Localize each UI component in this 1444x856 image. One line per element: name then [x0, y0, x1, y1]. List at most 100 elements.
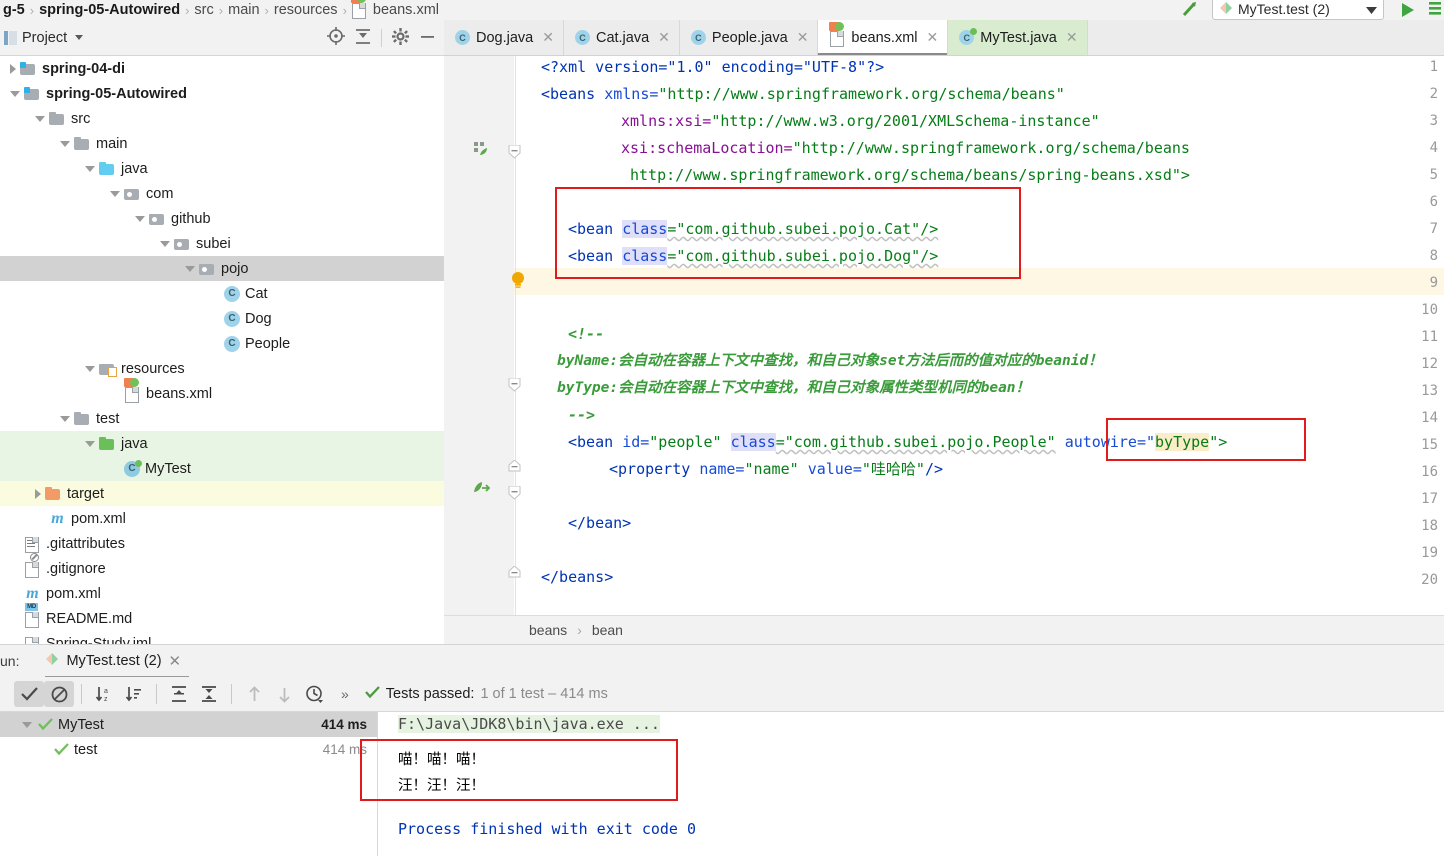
editor-tab-people-java[interactable]: C People.java ✕: [679, 20, 819, 55]
expand-all-icon[interactable]: [164, 681, 194, 707]
close-icon[interactable]: ✕: [797, 29, 809, 46]
tree-item-spring-04-di[interactable]: spring-04-di: [0, 56, 444, 81]
editor-tab-cat-java[interactable]: C Cat.java ✕: [563, 20, 680, 55]
editor-tab-beans-xml[interactable]: beans.xml ✕: [818, 20, 949, 55]
code-editor[interactable]: 1 2 3 4 5 6 7 8 9 10 11 12 13 14 15 16 17 18 19 20: [444, 56, 1444, 615]
editor-gutter[interactable]: [444, 56, 514, 615]
fold-marker-icon[interactable]: [508, 378, 521, 392]
tree-item-spring-05-autowired[interactable]: spring-05-Autowired: [0, 81, 444, 106]
editor-tabbar[interactable]: C Dog.java ✕ C Cat.java ✕ C People.java ✕ beans.x…: [444, 20, 1444, 56]
tree-item--gitattributes[interactable]: .gitattributes: [0, 531, 444, 556]
tree-item-target[interactable]: target: [0, 481, 444, 506]
editor-breadcrumb[interactable]: beans › bean: [444, 615, 1444, 644]
tree-item-mytest[interactable]: C MyTest: [0, 456, 444, 481]
tree-item-pom-xml[interactable]: m pom.xml: [0, 581, 444, 606]
editor-breadcrumb-item-1[interactable]: bean: [592, 622, 623, 638]
sort-by-duration-icon[interactable]: [119, 681, 149, 707]
test-row-mytest[interactable]: MyTest 414 ms: [0, 712, 377, 737]
breadcrumb-item-5[interactable]: beans.xml: [370, 2, 442, 18]
chevron-down-icon[interactable]: [1366, 1, 1377, 17]
chevron-down-icon[interactable]: [60, 415, 70, 422]
chevron-down-icon[interactable]: [185, 265, 195, 272]
fold-end-marker-icon[interactable]: [508, 460, 521, 473]
locate-icon[interactable]: [327, 27, 345, 48]
tree-item-readme-md[interactable]: MD README.md: [0, 602, 444, 631]
spring-bean-icon[interactable]: [472, 481, 491, 500]
test-row-test[interactable]: test 414 ms: [0, 737, 377, 762]
chevron-down-icon[interactable]: [160, 240, 170, 247]
show-passed-icon[interactable]: [14, 681, 44, 707]
tree-item-test[interactable]: test: [0, 406, 444, 431]
close-icon[interactable]: ✕: [169, 652, 182, 670]
chevron-right-icon[interactable]: [10, 63, 16, 74]
chevron-down-icon[interactable]: [85, 440, 95, 447]
test-results-tree[interactable]: MyTest 414 ms test 414 ms: [0, 712, 378, 856]
chevron-down-icon[interactable]: [60, 140, 70, 147]
tree-item-java[interactable]: java: [0, 431, 444, 456]
tree-item-dog[interactable]: C Dog: [0, 306, 444, 331]
intention-bulb-icon[interactable]: [510, 271, 526, 292]
breadcrumb-item-4[interactable]: resources: [271, 2, 341, 18]
chevron-down-icon[interactable]: [110, 190, 120, 197]
tree-item-pom-xml[interactable]: m pom.xml: [0, 506, 444, 531]
run-panel-toolbar[interactable]: az » Tests passed: 1 of 1 test – 414 ms: [0, 677, 1444, 712]
breadcrumb-item-2[interactable]: src: [191, 2, 216, 18]
tree-item-people[interactable]: C People: [0, 331, 444, 356]
tree-item-main[interactable]: main: [0, 131, 444, 156]
chevron-down-icon[interactable]: [22, 721, 32, 728]
collapse-all-icon[interactable]: [194, 681, 224, 707]
chevron-down-icon[interactable]: [75, 35, 84, 40]
project-tree[interactable]: spring-04-di spring-05-Autowired src main ja…: [0, 56, 444, 644]
tree-item-pojo[interactable]: pojo: [0, 256, 444, 281]
collapse-all-icon[interactable]: [355, 27, 371, 48]
tree-item-subei[interactable]: subei: [0, 231, 444, 256]
breadcrumb-item-3[interactable]: main: [225, 2, 262, 18]
sort-alphabetically-icon[interactable]: az: [89, 681, 119, 707]
run-tab-mytest[interactable]: MyTest.test (2) ✕: [41, 645, 189, 678]
text-file-icon: [24, 536, 41, 552]
next-failed-icon[interactable]: [269, 681, 299, 707]
spring-config-icon[interactable]: [474, 142, 488, 159]
tree-item-beans-xml[interactable]: beans.xml: [0, 377, 444, 406]
editor-tab-mytest-java[interactable]: C MyTest.java ✕: [948, 20, 1088, 55]
more-green-icon[interactable]: [1428, 0, 1444, 22]
more-icon[interactable]: »: [341, 686, 349, 702]
tree-item-github[interactable]: github: [0, 206, 444, 231]
tree-item-resources[interactable]: resources: [0, 356, 444, 381]
breadcrumb-item-1[interactable]: spring-05-Autowired: [36, 2, 183, 18]
prev-failed-icon[interactable]: [239, 681, 269, 707]
fold-marker-icon[interactable]: [508, 486, 521, 500]
gear-icon[interactable]: [392, 27, 409, 48]
hide-ignored-icon[interactable]: [44, 681, 74, 707]
minimize-icon[interactable]: [419, 28, 436, 48]
chevron-down-icon[interactable]: [10, 90, 20, 97]
tree-item-cat[interactable]: C Cat: [0, 281, 444, 306]
breadcrumb-item-0[interactable]: g-5: [0, 2, 28, 18]
chevron-right-icon[interactable]: [35, 488, 41, 499]
arrow-up-green-icon[interactable]: [1180, 0, 1200, 18]
tree-item--gitignore[interactable]: .gitignore: [0, 552, 444, 581]
run-configuration-selector[interactable]: MyTest.test (2): [1212, 0, 1384, 20]
editor-breadcrumb-item-0[interactable]: beans: [529, 622, 567, 638]
code-line-14: -->: [568, 406, 596, 424]
close-icon[interactable]: ✕: [927, 29, 939, 46]
chevron-down-icon[interactable]: [85, 365, 95, 372]
tree-item-com[interactable]: com: [0, 181, 444, 206]
chevron-down-icon[interactable]: [135, 215, 145, 222]
chevron-down-icon[interactable]: [85, 165, 95, 172]
close-icon[interactable]: ✕: [1066, 29, 1078, 46]
tree-item-src[interactable]: src: [0, 106, 444, 131]
console-output-line-1: 喵！喵！喵！: [398, 752, 485, 768]
history-icon[interactable]: [299, 681, 329, 707]
close-icon[interactable]: ✕: [542, 29, 554, 46]
chevron-down-icon[interactable]: [35, 115, 45, 122]
run-panel-tabbar[interactable]: un: MyTest.test (2) ✕: [0, 644, 1444, 678]
close-icon[interactable]: ✕: [658, 29, 670, 46]
console-output[interactable]: F:\Java\JDK8\bin\java.exe ... 喵！喵！喵！ 汪！汪…: [360, 712, 1444, 856]
code-line-20: </beans>: [541, 568, 614, 586]
tree-item-java[interactable]: java: [0, 156, 444, 181]
fold-marker-icon[interactable]: [508, 145, 521, 159]
editor-tab-dog-java[interactable]: C Dog.java ✕: [444, 20, 564, 55]
tree-item-spring-study-iml[interactable]: Spring-Study.iml: [0, 631, 444, 645]
fold-end-marker-icon[interactable]: [508, 566, 521, 579]
